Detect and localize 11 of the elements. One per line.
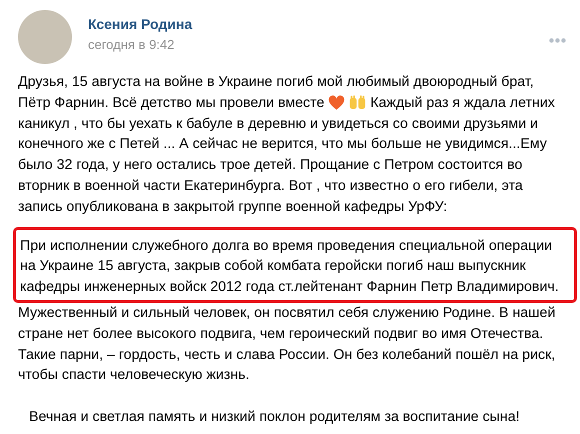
- quoted-text: При исполнении служебного долга во время проведения специальной операции на Украине 15 августа, закрыв собой комбата геройски погиб наш выпускник кафедры инженерных войск 2012 года ст.лейтенант Фарнин Петр Владимирович.: [20, 236, 560, 298]
- more-options-icon[interactable]: [549, 38, 566, 43]
- post-text: Пётр Фарнин. Всё детство мы провели вместе: [18, 94, 324, 113]
- closing-text: Вечная и светлая память и низкий поклон родителям за воспитание сына!: [28, 408, 521, 428]
- post-text: каникул , что бы уехать к бабуле в деревню и увидеться со своими друзьями и конечного же с Петей ... А сейчас не верится, что мы больше не увидимся...Ему было 32 года, у него остались трое детей. Прощание с Петром состоится во вторник в военной части Екатеринбурга. Вот , что известно о его гибели, эта запись опубликована в закрытой группе военной кафедры УрФУ:: [18, 114, 548, 217]
- post-text: Мужественный и сильный человек, он посвятил себя служению Родине. В нашей стране нет более высокого подвига, чем героический подвиг во имя Отечества. Такие парни, – гордость, честь и слава России. Он без колебаний пошёл на риск, чтобы спасти человеческую жизнь.: [18, 304, 556, 386]
- author-name[interactable]: Ксения Родина: [88, 16, 549, 32]
- post-text: Друзья, 15 августа на войне в Украине погиб мой любимый двоюродный брат,: [18, 73, 535, 92]
- avatar-photo-placeholder[interactable]: [18, 10, 72, 64]
- heart-icon: [328, 95, 346, 112]
- post-text: Каждый раз я ждала летних: [370, 94, 555, 113]
